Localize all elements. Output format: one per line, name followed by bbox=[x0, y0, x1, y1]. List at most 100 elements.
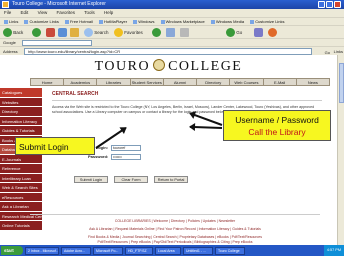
system-tray-clock: 4:57 PM bbox=[323, 245, 344, 256]
maximize-button[interactable] bbox=[326, 1, 333, 8]
password-row: Password: ••••••• bbox=[88, 152, 248, 161]
print-icon bbox=[180, 28, 189, 37]
tools-icon bbox=[254, 28, 263, 37]
menu-help[interactable]: Help bbox=[104, 10, 113, 15]
close-button[interactable] bbox=[334, 1, 341, 8]
clear-form-button[interactable]: Clear Form bbox=[114, 176, 148, 183]
sidebar-item-catalogues[interactable]: Catalogues bbox=[0, 88, 42, 98]
back-arrow-icon bbox=[3, 28, 12, 37]
taskbar-item[interactable]: Touro College bbox=[215, 246, 245, 255]
menu-view[interactable]: View bbox=[38, 10, 48, 15]
password-input[interactable]: ••••••• bbox=[111, 153, 142, 160]
favorites-button[interactable]: Favorites bbox=[114, 28, 143, 37]
taskbar-item[interactable]: 2 Inbox - Microsof... bbox=[25, 246, 59, 255]
menu-favorites[interactable]: Favorites bbox=[57, 10, 76, 15]
links-bar: Links Customize Links Free Hotmail HotMa… bbox=[0, 17, 344, 25]
links-item[interactable]: Windows Marketplace bbox=[161, 19, 205, 24]
nav-web-courses[interactable]: Web Courses bbox=[230, 79, 264, 85]
window-title: Touro College - Microsoft Internet Explo… bbox=[12, 1, 106, 7]
sidebar-item-information-literacy[interactable]: Information Literacy bbox=[0, 116, 42, 126]
call-library-text: Call the Library bbox=[248, 127, 306, 137]
menu-tools[interactable]: Tools bbox=[84, 10, 95, 15]
links-item[interactable]: Windows bbox=[133, 19, 154, 24]
history-button[interactable] bbox=[152, 28, 161, 37]
login-form: Login: touroref Password: ••••••• bbox=[88, 143, 248, 161]
footer-divider bbox=[30, 214, 320, 215]
refresh-icon bbox=[58, 28, 67, 37]
nav-home[interactable]: Home bbox=[31, 79, 65, 85]
nav-libraries[interactable]: Libraries bbox=[97, 79, 131, 85]
forward-button[interactable] bbox=[32, 28, 41, 37]
menu-bar: File Edit View Favorites Tools Help bbox=[0, 9, 344, 17]
sidebar-item-guides-tutorials[interactable]: Guides & Tutorials bbox=[0, 126, 42, 136]
sidebar-item-eresources[interactable]: eResources bbox=[0, 192, 42, 202]
msn-icon bbox=[268, 28, 277, 37]
back-button[interactable]: Back bbox=[3, 28, 23, 37]
divider bbox=[52, 100, 322, 101]
sidebar-item-directory[interactable]: Directory bbox=[0, 107, 42, 117]
links-item[interactable]: Free Hotmail bbox=[65, 19, 93, 24]
taskbar: start 2 Inbox - Microsof... Adobe Acro..… bbox=[0, 245, 344, 256]
sidebar-item-web-search-sites[interactable]: Web & Search Sites bbox=[0, 183, 42, 193]
address-input[interactable]: http://www.touro.edu/library/central/log… bbox=[24, 48, 312, 55]
nav-email[interactable]: E-Mail bbox=[264, 79, 297, 85]
links-item[interactable]: Windows Media bbox=[211, 19, 244, 24]
page-footer: COLLEGE LIBRARIES | Welcome | Directory … bbox=[30, 212, 320, 245]
stop-icon bbox=[46, 28, 55, 37]
nav-academics[interactable]: Academics bbox=[64, 79, 98, 85]
history-icon bbox=[152, 28, 161, 37]
links-item[interactable]: HotMaPlayer bbox=[99, 19, 127, 24]
google-toolbar: Google bbox=[0, 38, 344, 46]
page-title: CENTRAL SEARCH bbox=[52, 91, 99, 97]
sidebar-item-websites[interactable]: Websites bbox=[0, 97, 42, 107]
search-button[interactable]: Search bbox=[84, 28, 109, 37]
sidebar-item-interlibrary-loan[interactable]: Interlibrary Loan bbox=[0, 173, 42, 183]
taskbar-item[interactable]: Untitled1 - ... bbox=[183, 246, 213, 255]
go-button[interactable]: Go bbox=[226, 28, 242, 37]
scrollbar-thumb[interactable] bbox=[339, 63, 344, 103]
return-portal-button[interactable]: Return to Portal bbox=[154, 176, 188, 183]
taskbar-item[interactable]: Adobe Acro... bbox=[61, 246, 91, 255]
taskbar-item[interactable]: HD_FTP.SZ bbox=[125, 246, 153, 255]
main-nav: Home Academics Libraries Student Service… bbox=[30, 78, 330, 86]
nav-alumni[interactable]: Alumni bbox=[164, 79, 198, 85]
menu-file[interactable]: File bbox=[4, 10, 11, 15]
home-button[interactable] bbox=[70, 28, 79, 37]
sidebar-item-ask-a-librarian[interactable]: Ask a Librarian bbox=[0, 202, 42, 212]
minimize-button[interactable] bbox=[318, 1, 325, 8]
menu-edit[interactable]: Edit bbox=[21, 10, 29, 15]
nav-directory[interactable]: Directory bbox=[197, 79, 231, 85]
sidebar-item-reference[interactable]: Reference bbox=[0, 164, 42, 174]
go-arrow-icon bbox=[226, 28, 235, 37]
logo-left-text: TOURO bbox=[94, 59, 151, 74]
tools-button[interactable] bbox=[254, 28, 263, 37]
nav-news[interactable]: News bbox=[297, 79, 329, 85]
links-item[interactable]: Customize Links bbox=[250, 19, 284, 24]
taskbar-item[interactable]: Microsoft Po... bbox=[93, 246, 123, 255]
start-button[interactable]: start bbox=[1, 246, 23, 255]
submit-login-button[interactable]: Submit Login bbox=[74, 176, 108, 183]
mail-button[interactable] bbox=[166, 28, 175, 37]
username-password-callout: Username / Password Call the Library bbox=[223, 110, 331, 141]
mail-icon bbox=[166, 28, 175, 37]
taskbar-item[interactable]: Local Area bbox=[155, 246, 181, 255]
library-sidebar: Catalogues Websites Directory Informatio… bbox=[0, 88, 42, 231]
refresh-button[interactable] bbox=[58, 28, 67, 37]
print-button[interactable] bbox=[180, 28, 189, 37]
submit-login-callout: Submit Login bbox=[15, 137, 95, 155]
footer-links-2[interactable]: Ask A Librarian | Request Materials Onli… bbox=[30, 227, 320, 232]
form-buttons: Submit Login Clear Form Return to Portal bbox=[74, 176, 188, 183]
links-item[interactable]: Links bbox=[4, 19, 18, 24]
vertical-scrollbar[interactable] bbox=[337, 55, 344, 245]
address-bar: Address http://www.touro.edu/library/cen… bbox=[0, 46, 344, 55]
msn-button[interactable] bbox=[268, 28, 277, 37]
footer-links-1[interactable]: COLLEGE LIBRARIES | Welcome | Directory … bbox=[30, 219, 320, 224]
search-icon bbox=[84, 28, 93, 37]
login-input[interactable]: touroref bbox=[111, 144, 142, 151]
nav-student-services[interactable]: Student Services bbox=[131, 79, 164, 85]
username-password-text: Username / Password bbox=[235, 115, 319, 125]
links-item[interactable]: Customize Links bbox=[24, 19, 58, 24]
stop-button[interactable] bbox=[46, 28, 55, 37]
google-label: Google bbox=[3, 40, 16, 45]
search-label: Search bbox=[94, 30, 109, 35]
